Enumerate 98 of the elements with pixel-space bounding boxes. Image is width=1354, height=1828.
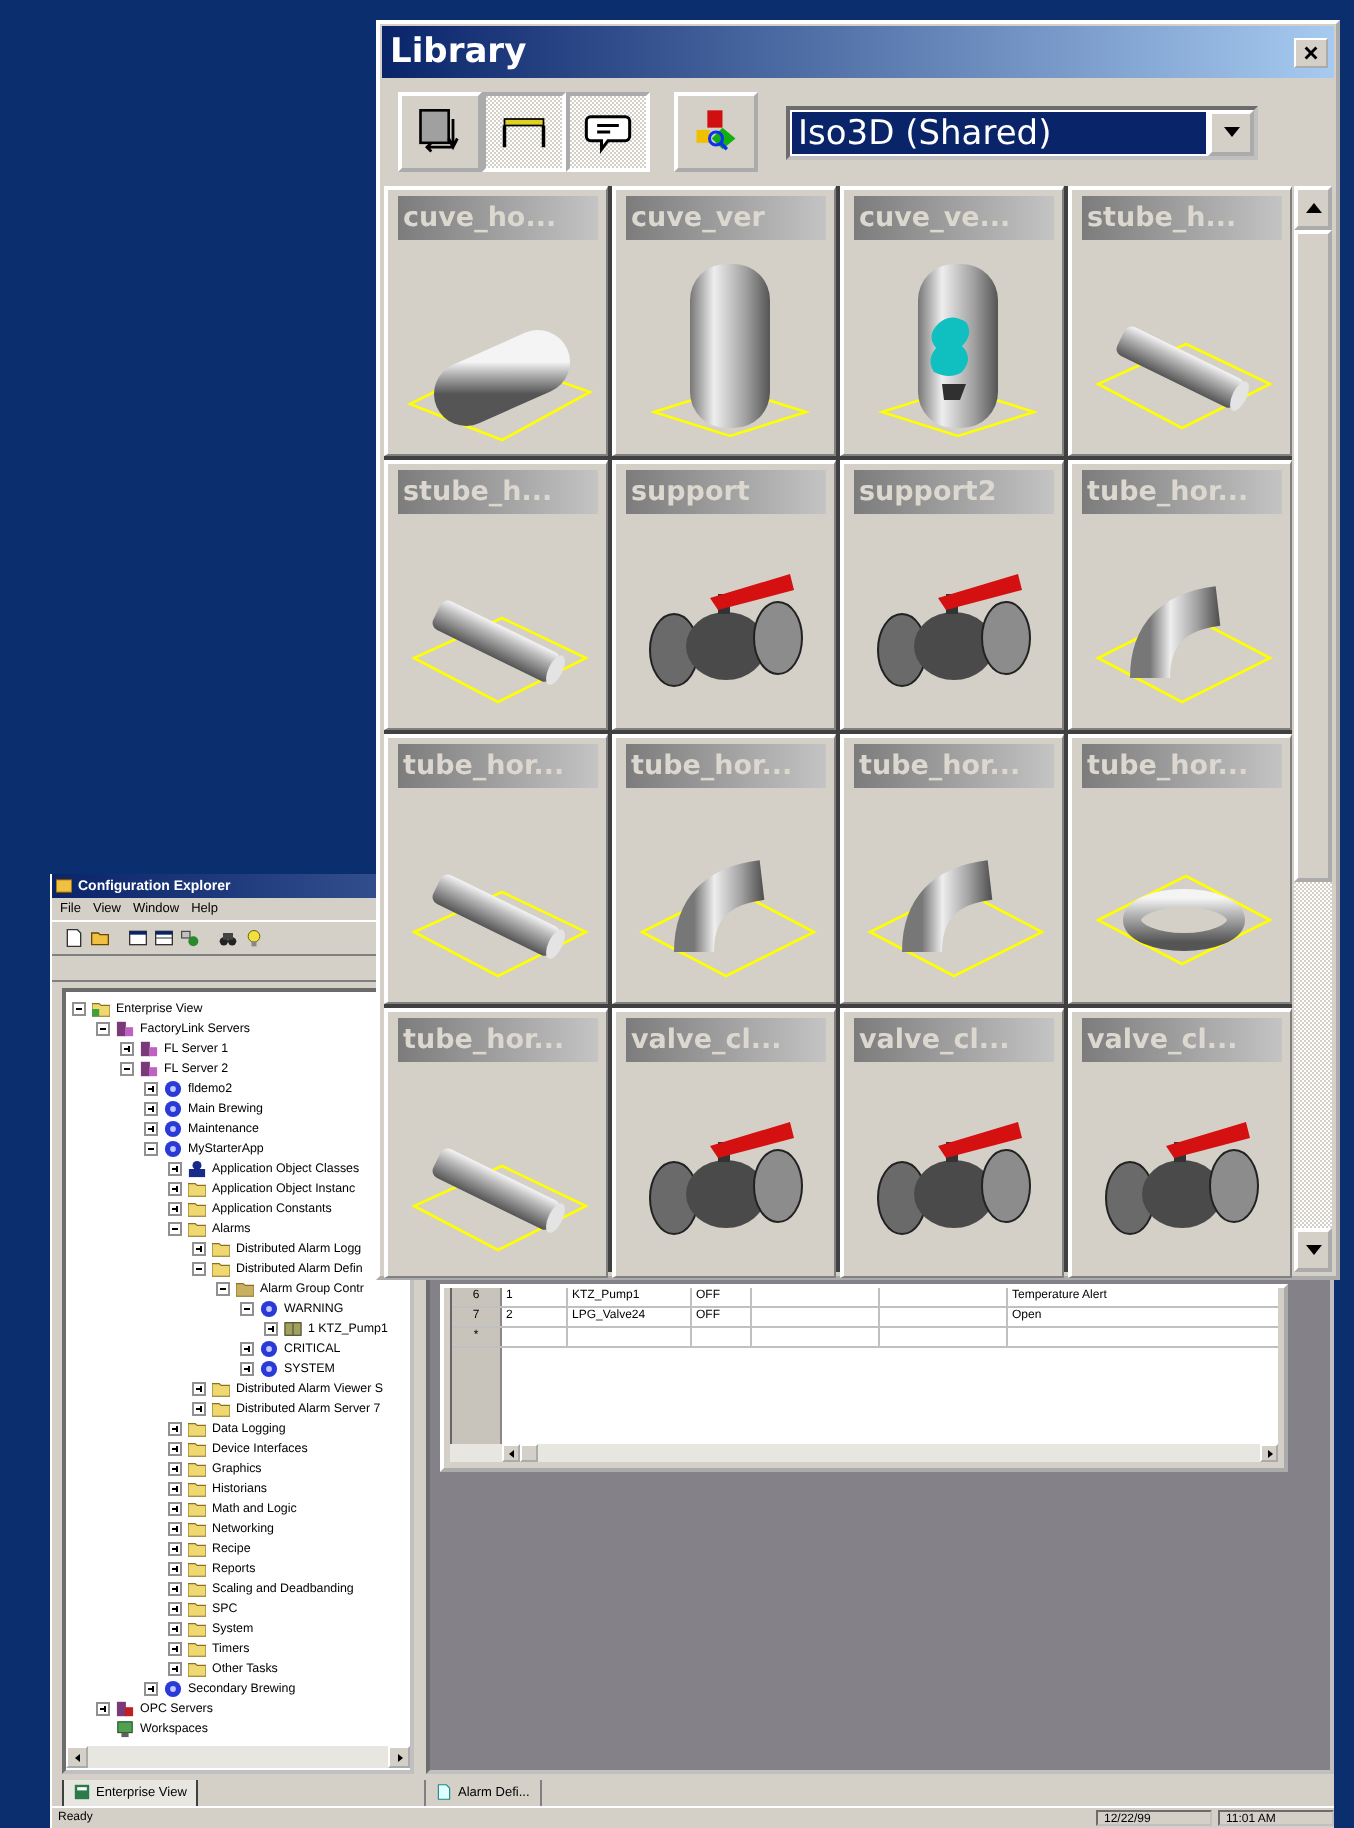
grid-icon — [284, 1319, 302, 1337]
server-icon — [116, 1699, 134, 1717]
expand-toggle[interactable] — [192, 1401, 206, 1415]
user-icon — [188, 1159, 206, 1177]
expand-toggle[interactable] — [168, 1581, 182, 1595]
left-arrow-icon — [505, 1447, 517, 1459]
expand-toggle[interactable] — [96, 1021, 110, 1035]
expand-toggle[interactable] — [144, 1681, 158, 1695]
expand-toggle[interactable] — [240, 1361, 254, 1375]
item-label: valve_cl... — [625, 1018, 825, 1062]
item-label: stube_h... — [397, 470, 597, 514]
item-label: valve_cl... — [1081, 1018, 1281, 1062]
expand-toggle[interactable] — [168, 1621, 182, 1635]
tree-view-icon — [74, 1784, 90, 1800]
style-dropdown[interactable]: Iso3D (Shared) — [786, 105, 1258, 159]
toolbar-button[interactable] — [398, 92, 482, 172]
expand-toggle[interactable] — [168, 1541, 182, 1555]
open-folder-icon[interactable] — [90, 928, 110, 948]
right-arrow-icon — [393, 1751, 405, 1763]
expand-toggle[interactable] — [168, 1461, 182, 1475]
expand-toggle[interactable] — [144, 1141, 158, 1155]
expand-toggle[interactable] — [144, 1081, 158, 1095]
window-icon[interactable] — [128, 928, 148, 948]
item-label: tube_hor... — [853, 744, 1053, 788]
expand-toggle[interactable] — [216, 1281, 230, 1295]
colors-button[interactable] — [674, 92, 758, 172]
expand-toggle[interactable] — [120, 1061, 134, 1075]
item-label: cuve_ver — [625, 196, 825, 240]
scroll-thumb[interactable] — [520, 1444, 538, 1462]
expand-toggle[interactable] — [120, 1041, 134, 1055]
expand-toggle[interactable] — [192, 1381, 206, 1395]
right-arrow-icon — [1263, 1447, 1275, 1459]
expand-toggle[interactable] — [168, 1201, 182, 1215]
document-icon — [436, 1784, 452, 1800]
scroll-thumb[interactable] — [1294, 230, 1332, 882]
horizontal-scrollbar[interactable] — [66, 1746, 410, 1768]
scroll-right-button[interactable] — [388, 1746, 410, 1768]
item-label: valve_cl... — [853, 1018, 1053, 1062]
down-arrow-icon — [1303, 1244, 1323, 1256]
expand-toggle[interactable] — [168, 1601, 182, 1615]
server-icon — [140, 1039, 158, 1057]
expand-toggle[interactable] — [168, 1661, 182, 1675]
close-button[interactable] — [1294, 37, 1328, 67]
caret-icon — [1221, 126, 1241, 138]
expand-toggle[interactable] — [240, 1301, 254, 1315]
expand-toggle[interactable] — [168, 1421, 182, 1435]
toolbar-button[interactable] — [482, 92, 566, 172]
scroll-left-button[interactable] — [502, 1444, 520, 1462]
item-label: support2 — [853, 470, 1053, 514]
network-icon[interactable] — [180, 928, 200, 948]
expand-toggle[interactable] — [168, 1221, 182, 1235]
new-file-icon[interactable] — [64, 928, 84, 948]
expand-toggle[interactable] — [192, 1261, 206, 1275]
app-icon — [56, 878, 72, 894]
expand-toggle[interactable] — [72, 1001, 86, 1015]
dropdown-button[interactable] — [1208, 109, 1254, 155]
folder-icon — [92, 999, 110, 1017]
item-label: tube_hor... — [397, 744, 597, 788]
expand-toggle[interactable] — [168, 1521, 182, 1535]
item-label: tube_hor... — [1081, 470, 1281, 514]
item-label: tube_hor... — [397, 1018, 597, 1062]
toolbar-button[interactable] — [566, 92, 650, 172]
item-label: cuve_ho... — [397, 196, 597, 240]
monitor-icon — [116, 1719, 134, 1737]
item-label: tube_hor... — [625, 744, 825, 788]
expand-toggle[interactable] — [168, 1441, 182, 1455]
item-label: tube_hor... — [1081, 744, 1281, 788]
expand-toggle[interactable] — [264, 1321, 278, 1335]
item-label: cuve_ve... — [853, 196, 1053, 240]
scroll-up-button[interactable] — [1294, 186, 1332, 230]
left-arrow-icon — [71, 1751, 83, 1763]
expand-toggle[interactable] — [168, 1501, 182, 1515]
horizontal-scrollbar[interactable] — [450, 1444, 1278, 1462]
orb-icon — [260, 1299, 278, 1317]
scroll-left-button[interactable] — [66, 1746, 88, 1768]
expand-toggle[interactable] — [96, 1701, 110, 1715]
expand-toggle[interactable] — [144, 1121, 158, 1135]
item-label: stube_h... — [1081, 196, 1281, 240]
window-icon[interactable] — [154, 928, 174, 948]
expand-toggle[interactable] — [192, 1241, 206, 1255]
up-arrow-icon — [1303, 202, 1323, 214]
expand-toggle[interactable] — [144, 1101, 158, 1115]
expand-toggle[interactable] — [168, 1641, 182, 1655]
close-icon — [1302, 43, 1320, 61]
server-icon — [140, 1059, 158, 1077]
scroll-right-button[interactable] — [1260, 1444, 1278, 1462]
expand-toggle[interactable] — [240, 1341, 254, 1355]
server-icon — [116, 1019, 134, 1037]
expand-toggle[interactable] — [168, 1161, 182, 1175]
scroll-down-button[interactable] — [1294, 1228, 1332, 1272]
window-title: Library — [390, 32, 527, 72]
item-label: support — [625, 470, 825, 514]
expand-toggle[interactable] — [168, 1481, 182, 1495]
vertical-scrollbar[interactable] — [1294, 186, 1332, 1272]
expand-toggle[interactable] — [168, 1561, 182, 1575]
expand-toggle[interactable] — [168, 1181, 182, 1195]
orb-icon — [164, 1679, 182, 1697]
binoculars-icon[interactable] — [218, 928, 238, 948]
